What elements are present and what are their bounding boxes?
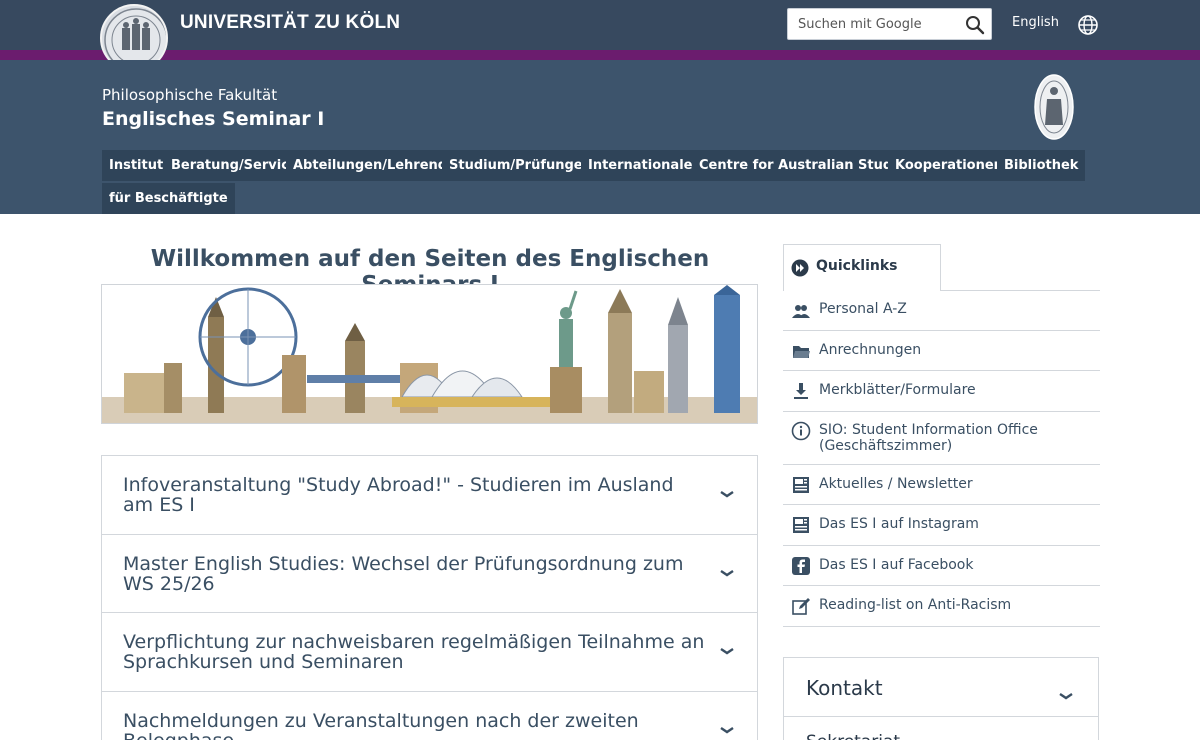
nav-item-studium[interactable]: Studium/Prüfungen (442, 150, 599, 181)
quicklink-merkblaetter[interactable]: Merkblätter/Formulare (783, 371, 1100, 412)
skyline-banner-image (101, 284, 758, 424)
contact-divider (784, 716, 1098, 717)
quicklink-label[interactable]: Aktuelles / Newsletter (819, 476, 973, 492)
chevron-down-icon[interactable] (719, 563, 735, 577)
nav-item-internationales[interactable]: Internationales (581, 150, 708, 181)
accent-stripe (0, 50, 1200, 60)
quicklink-personal[interactable]: Personal A-Z (783, 291, 1100, 331)
language-link[interactable]: English (1012, 15, 1059, 30)
faculty-seal-logo (1033, 73, 1075, 141)
search-icon[interactable] (965, 15, 985, 35)
accordion-title[interactable]: Infoveranstaltung "Study Abroad!" - Stud… (123, 475, 708, 515)
contact-title[interactable]: Kontakt (806, 676, 883, 700)
search-box[interactable] (787, 8, 992, 40)
accordion-item-master-english[interactable]: Master English Studies: Wechsel der Prüf… (101, 534, 758, 613)
quicklink-label[interactable]: Das ES I auf Instagram (819, 516, 979, 532)
quicklink-reading-list[interactable]: Reading-list on Anti-Racism (783, 586, 1100, 627)
accordion-item-teilnahme[interactable]: Verpflichtung zur nachweisbaren regelmäß… (101, 612, 758, 692)
globe-icon[interactable] (1077, 14, 1099, 36)
quicklinks-tab[interactable]: Quicklinks (783, 244, 941, 291)
quicklink-instagram[interactable]: Das ES I auf Instagram (783, 505, 1100, 546)
quicklink-label[interactable]: Personal A-Z (819, 301, 907, 317)
nav-item-beratung[interactable]: Beratung/Service (164, 150, 305, 181)
quicklink-anrechnungen[interactable]: Anrechnungen (783, 331, 1100, 371)
quicklink-label[interactable]: Reading-list on Anti-Racism (819, 597, 1011, 613)
contact-box[interactable]: Kontakt Sekretariat (783, 657, 1099, 740)
quicklink-label[interactable]: Das ES I auf Facebook (819, 557, 973, 573)
nav-item-australian-studies[interactable]: Centre for Australian Studies (692, 150, 921, 181)
accordion-title[interactable]: Nachmeldungen zu Veranstaltungen nach de… (123, 711, 708, 740)
folder-icon (791, 341, 811, 361)
accordion-item-nachmeldungen[interactable]: Nachmeldungen zu Veranstaltungen nach de… (101, 691, 758, 740)
nav-item-institut[interactable]: Institut (102, 150, 171, 181)
quicklink-facebook[interactable]: Das ES I auf Facebook (783, 546, 1100, 586)
chevron-down-icon[interactable] (719, 720, 735, 734)
contact-subtitle: Sekretariat (806, 732, 900, 740)
download-icon (791, 381, 811, 401)
faculty-link[interactable]: Philosophische Fakultät (102, 86, 277, 104)
quicklink-aktuelles[interactable]: Aktuelles / Newsletter (783, 465, 1100, 505)
accordion-title[interactable]: Master English Studies: Wechsel der Prüf… (123, 554, 708, 594)
search-input[interactable] (788, 9, 958, 39)
accordion-title[interactable]: Verpflichtung zur nachweisbaren regelmäß… (123, 632, 708, 672)
nav-item-kooperationen[interactable]: Kooperationen (888, 150, 1010, 181)
seminar-title[interactable]: Englisches Seminar I (102, 108, 324, 130)
quicklinks-label: Quicklinks (816, 258, 898, 274)
nav-item-abteilungen[interactable]: Abteilungen/Lehrende (286, 150, 463, 181)
quicklink-sio[interactable]: SIO: Student Information Office (Geschäf… (783, 412, 1100, 465)
quicklink-label[interactable]: Anrechnungen (819, 342, 921, 358)
quicklink-label[interactable]: SIO: Student Information Office (Geschäf… (819, 422, 1079, 454)
people-icon (791, 301, 811, 321)
chevron-down-icon[interactable] (719, 484, 735, 498)
quicklink-label[interactable]: Merkblätter/Formulare (819, 382, 976, 398)
nav-item-beschaeftigte[interactable]: für Beschäftigte (102, 183, 235, 214)
accordion-item-study-abroad[interactable]: Infoveranstaltung "Study Abroad!" - Stud… (101, 455, 758, 535)
university-name[interactable]: UNIVERSITÄT ZU KÖLN (180, 12, 400, 34)
chevron-down-icon[interactable] (719, 641, 735, 655)
facebook-icon (791, 556, 811, 576)
info-icon (791, 421, 811, 441)
chevron-down-icon[interactable] (1058, 686, 1074, 700)
newspaper-icon (791, 475, 811, 495)
forward-circle-icon (791, 259, 809, 277)
edit-icon (791, 596, 811, 616)
nav-item-bibliothek[interactable]: Bibliothek (997, 150, 1086, 181)
newspaper-icon (791, 515, 811, 535)
